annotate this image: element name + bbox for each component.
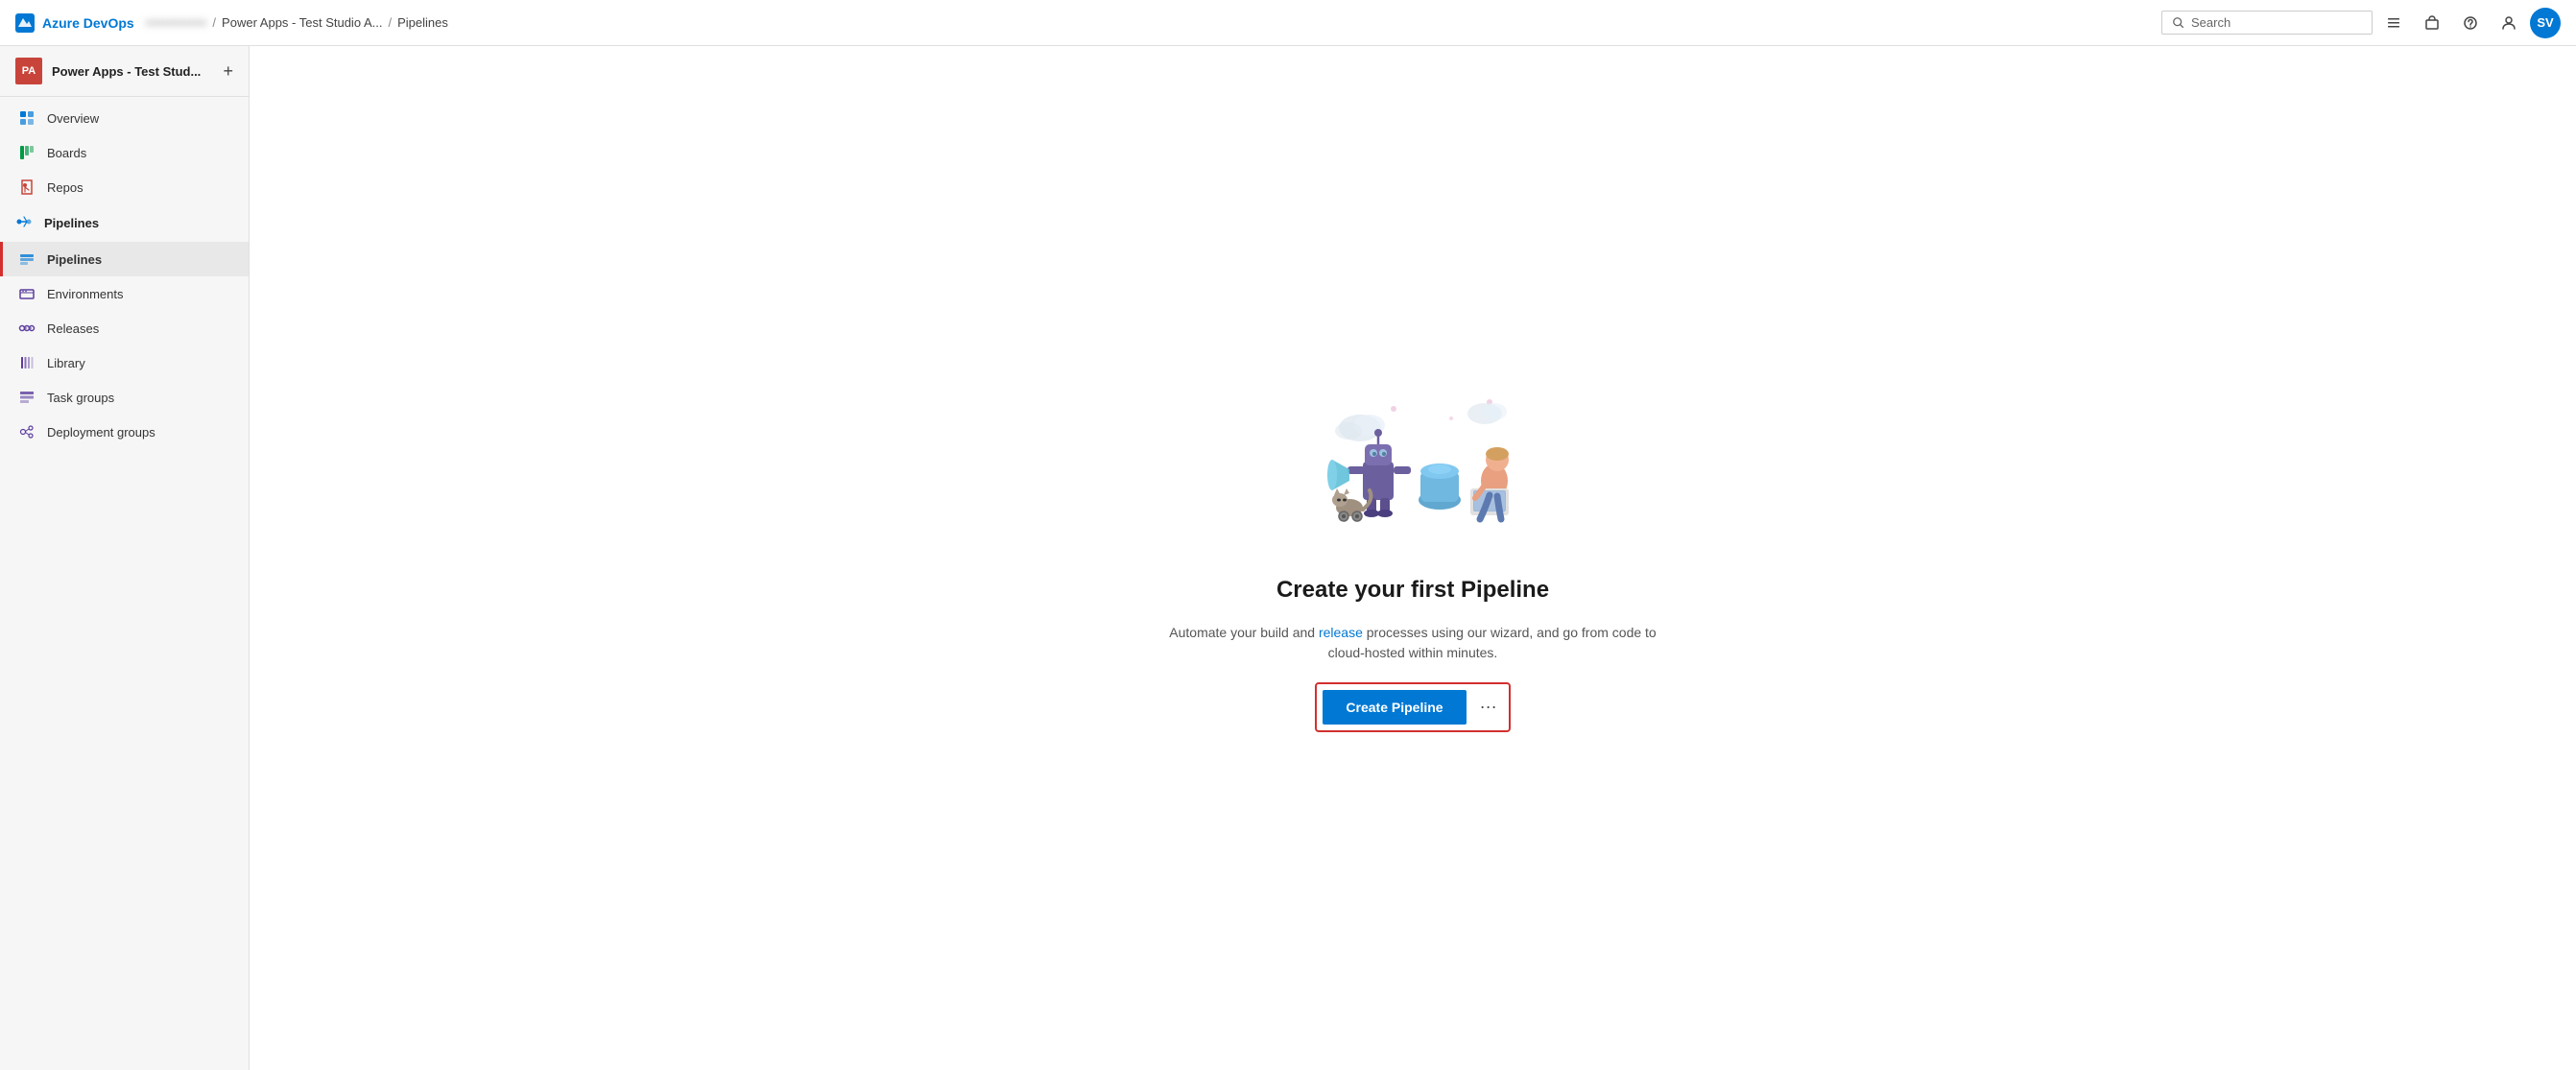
notifications-button[interactable]	[2376, 6, 2411, 40]
sidebar-item-repos[interactable]: Repos	[0, 170, 249, 204]
user-avatar-button[interactable]: SV	[2530, 8, 2561, 38]
search-placeholder: Search	[2191, 15, 2230, 30]
sidebar-item-deploymentgroups[interactable]: Deployment groups	[0, 415, 249, 449]
project-name: Power Apps - Test Stud...	[52, 64, 213, 79]
empty-state: Create your first Pipeline Automate your…	[1163, 385, 1662, 732]
sidebar-pipelines-group-label: Pipelines	[44, 216, 99, 230]
breadcrumb: •••••••••••••• / Power Apps - Test Studi…	[146, 15, 2150, 30]
sidebar-releases-label: Releases	[47, 321, 99, 336]
topbar-actions: Search	[2161, 6, 2561, 40]
deploymentgroups-icon	[18, 423, 36, 440]
sidebar-repos-label: Repos	[47, 180, 83, 195]
sidebar-environments-label: Environments	[47, 287, 123, 301]
breadcrumb-sep-2: /	[388, 15, 392, 30]
sidebar-taskgroups-label: Task groups	[47, 391, 114, 405]
environments-icon	[18, 285, 36, 302]
topbar: Azure DevOps •••••••••••••• / Power Apps…	[0, 0, 2576, 46]
pipelines-group-icon	[15, 213, 33, 233]
help-button[interactable]	[2453, 6, 2488, 40]
main-layout: PA Power Apps - Test Stud... + Overview	[0, 46, 2576, 1070]
sidebar-item-overview[interactable]: Overview	[0, 101, 249, 135]
person-icon	[2501, 15, 2516, 31]
repos-icon	[18, 178, 36, 196]
sidebar-item-pipelines[interactable]: Pipelines	[0, 242, 249, 276]
empty-state-title: Create your first Pipeline	[1276, 577, 1549, 604]
pipelines-sub-icon	[18, 250, 36, 268]
taskgroups-icon	[18, 389, 36, 406]
sidebar-item-environments[interactable]: Environments	[0, 276, 249, 311]
app-logo[interactable]: Azure DevOps	[15, 13, 134, 33]
add-project-button[interactable]: +	[223, 62, 233, 80]
sidebar-overview-label: Overview	[47, 111, 99, 126]
sidebar: PA Power Apps - Test Stud... + Overview	[0, 46, 250, 1070]
more-options-button[interactable]: ···	[1474, 693, 1503, 721]
sidebar-pipelines-label: Pipelines	[47, 252, 102, 267]
releases-icon	[18, 320, 36, 337]
boards-icon	[18, 144, 36, 161]
sidebar-item-taskgroups[interactable]: Task groups	[0, 380, 249, 415]
bag-icon	[2424, 15, 2440, 31]
help-icon	[2463, 15, 2478, 31]
sidebar-project: PA Power Apps - Test Stud... +	[0, 46, 249, 97]
avatar-initials: SV	[2537, 15, 2553, 30]
sidebar-deploymentgroups-label: Deployment groups	[47, 425, 155, 440]
project-avatar: PA	[15, 58, 42, 84]
release-link[interactable]: release	[1319, 625, 1363, 640]
breadcrumb-page: Pipelines	[397, 15, 448, 30]
pipeline-illustration	[1278, 385, 1547, 558]
breadcrumb-org: ••••••••••••••	[146, 15, 207, 30]
app-name: Azure DevOps	[42, 15, 134, 31]
sidebar-boards-label: Boards	[47, 146, 86, 160]
search-icon	[2172, 16, 2185, 30]
sidebar-item-pipelines-group[interactable]: Pipelines	[0, 204, 249, 242]
sidebar-item-library[interactable]: Library	[0, 345, 249, 380]
empty-state-description: Automate your build and release processe…	[1163, 623, 1662, 663]
content-area: Create your first Pipeline Automate your…	[250, 46, 2576, 1070]
search-box[interactable]: Search	[2161, 11, 2373, 35]
sidebar-item-boards[interactable]: Boards	[0, 135, 249, 170]
illustration-svg	[1278, 385, 1547, 558]
sidebar-item-releases[interactable]: Releases	[0, 311, 249, 345]
sidebar-nav: Overview Boards	[0, 97, 249, 453]
create-pipeline-button[interactable]: Create Pipeline	[1323, 690, 1466, 725]
azure-devops-icon	[15, 13, 35, 33]
actions-row: Create Pipeline ···	[1315, 682, 1510, 732]
breadcrumb-project[interactable]: Power Apps - Test Studio A...	[222, 15, 382, 30]
breadcrumb-sep-1: /	[212, 15, 216, 30]
overview-icon	[18, 109, 36, 127]
list-icon	[2386, 15, 2401, 31]
user-settings-button[interactable]	[2492, 6, 2526, 40]
sidebar-library-label: Library	[47, 356, 85, 370]
shopping-button[interactable]	[2415, 6, 2449, 40]
library-icon	[18, 354, 36, 371]
